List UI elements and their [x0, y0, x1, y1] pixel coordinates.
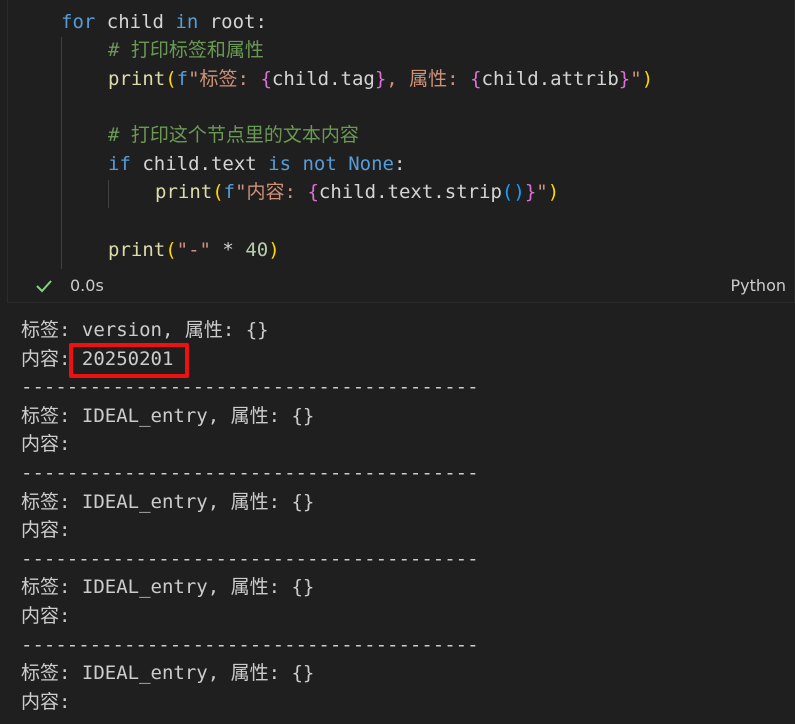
code-line[interactable]: print(f"标签: {child.tag}, 属性: {child.attr…: [108, 65, 653, 93]
code-line[interactable]: print("-" * 40): [108, 236, 280, 264]
code-token: child.attrib: [481, 68, 619, 90]
code-token: ): [547, 181, 560, 203]
notebook-code-cell[interactable]: for child in root: # 打印标签和属性 print(f"标签: {…: [7, 0, 795, 303]
output-line: 内容:: [21, 519, 71, 542]
indent-guide: [61, 37, 62, 269]
code-token: }: [524, 181, 537, 203]
code-token: {: [307, 181, 319, 203]
code-token: ): [268, 239, 280, 261]
code-token: {: [470, 68, 482, 90]
code-token: print: [108, 68, 166, 90]
output-line: ----------------------------------------: [21, 462, 479, 484]
code-token: f: [223, 181, 236, 203]
code-token: ": [630, 68, 642, 90]
output-line: 内容:: [21, 605, 71, 627]
execution-time: 0.0s: [70, 276, 104, 295]
code-token: is not None: [268, 153, 395, 175]
code-token: root:: [198, 11, 267, 33]
code-token: child.tag: [271, 68, 375, 90]
code-token: ": [536, 181, 548, 203]
code-token: *: [210, 239, 246, 261]
output-line: 标签: IDEAL_entry, 属性: {}: [21, 662, 315, 685]
code-token: if: [108, 153, 131, 175]
code-token: "标签:: [188, 68, 261, 90]
code-token: (: [212, 181, 224, 203]
cell-status-bar: 0.0s Python: [8, 270, 794, 302]
code-token: in: [175, 11, 199, 33]
code-token: # 打印这个节点里的文本内容: [108, 124, 359, 146]
code-token: "内容:: [235, 181, 308, 203]
code-token: (: [165, 239, 177, 261]
code-token: {: [260, 68, 272, 90]
code-token: child.text: [130, 153, 269, 175]
code-token: (: [165, 68, 177, 90]
code-line[interactable]: print(f"内容: {child.text.strip()}"): [155, 178, 559, 206]
code-token: # 打印标签和属性: [108, 39, 264, 61]
code-token: ): [641, 68, 654, 90]
code-token: }: [374, 68, 387, 90]
code-token: for: [61, 11, 96, 33]
output-line: 标签: IDEAL_entry, 属性: {}: [21, 490, 315, 513]
output-line: 标签: version, 属性: {}: [21, 319, 269, 341]
code-line[interactable]: if child.text is not None:: [108, 150, 405, 178]
highlight-box: [69, 343, 189, 378]
output-line: 内容:: [21, 690, 71, 713]
code-line[interactable]: # 打印这个节点里的文本内容: [108, 121, 359, 149]
code-token: child.text.strip: [318, 181, 502, 203]
code-token: print: [155, 181, 213, 203]
output-line: 标签: IDEAL_entry, 属性: {}: [21, 576, 315, 599]
code-token: :: [394, 153, 406, 175]
code-token: , 属性:: [386, 68, 471, 90]
check-icon: [36, 280, 52, 293]
cell-language-label[interactable]: Python: [731, 276, 786, 296]
code-token: child: [95, 11, 176, 33]
code-token: 40: [245, 239, 269, 261]
output-line: ----------------------------------------: [21, 547, 479, 570]
code-token: print: [108, 239, 166, 261]
output-line: 内容:: [21, 433, 71, 456]
indent-guide: [108, 180, 109, 208]
code-token: "-": [176, 239, 211, 261]
output-line: 标签: IDEAL_entry, 属性: {}: [21, 404, 315, 427]
code-line[interactable]: # 打印标签和属性: [108, 36, 264, 64]
code-token: f: [176, 68, 189, 90]
output-line: ----------------------------------------: [21, 633, 479, 656]
code-line[interactable]: for child in root:: [61, 8, 267, 36]
code-token: (): [501, 181, 525, 203]
code-token: }: [618, 68, 631, 90]
